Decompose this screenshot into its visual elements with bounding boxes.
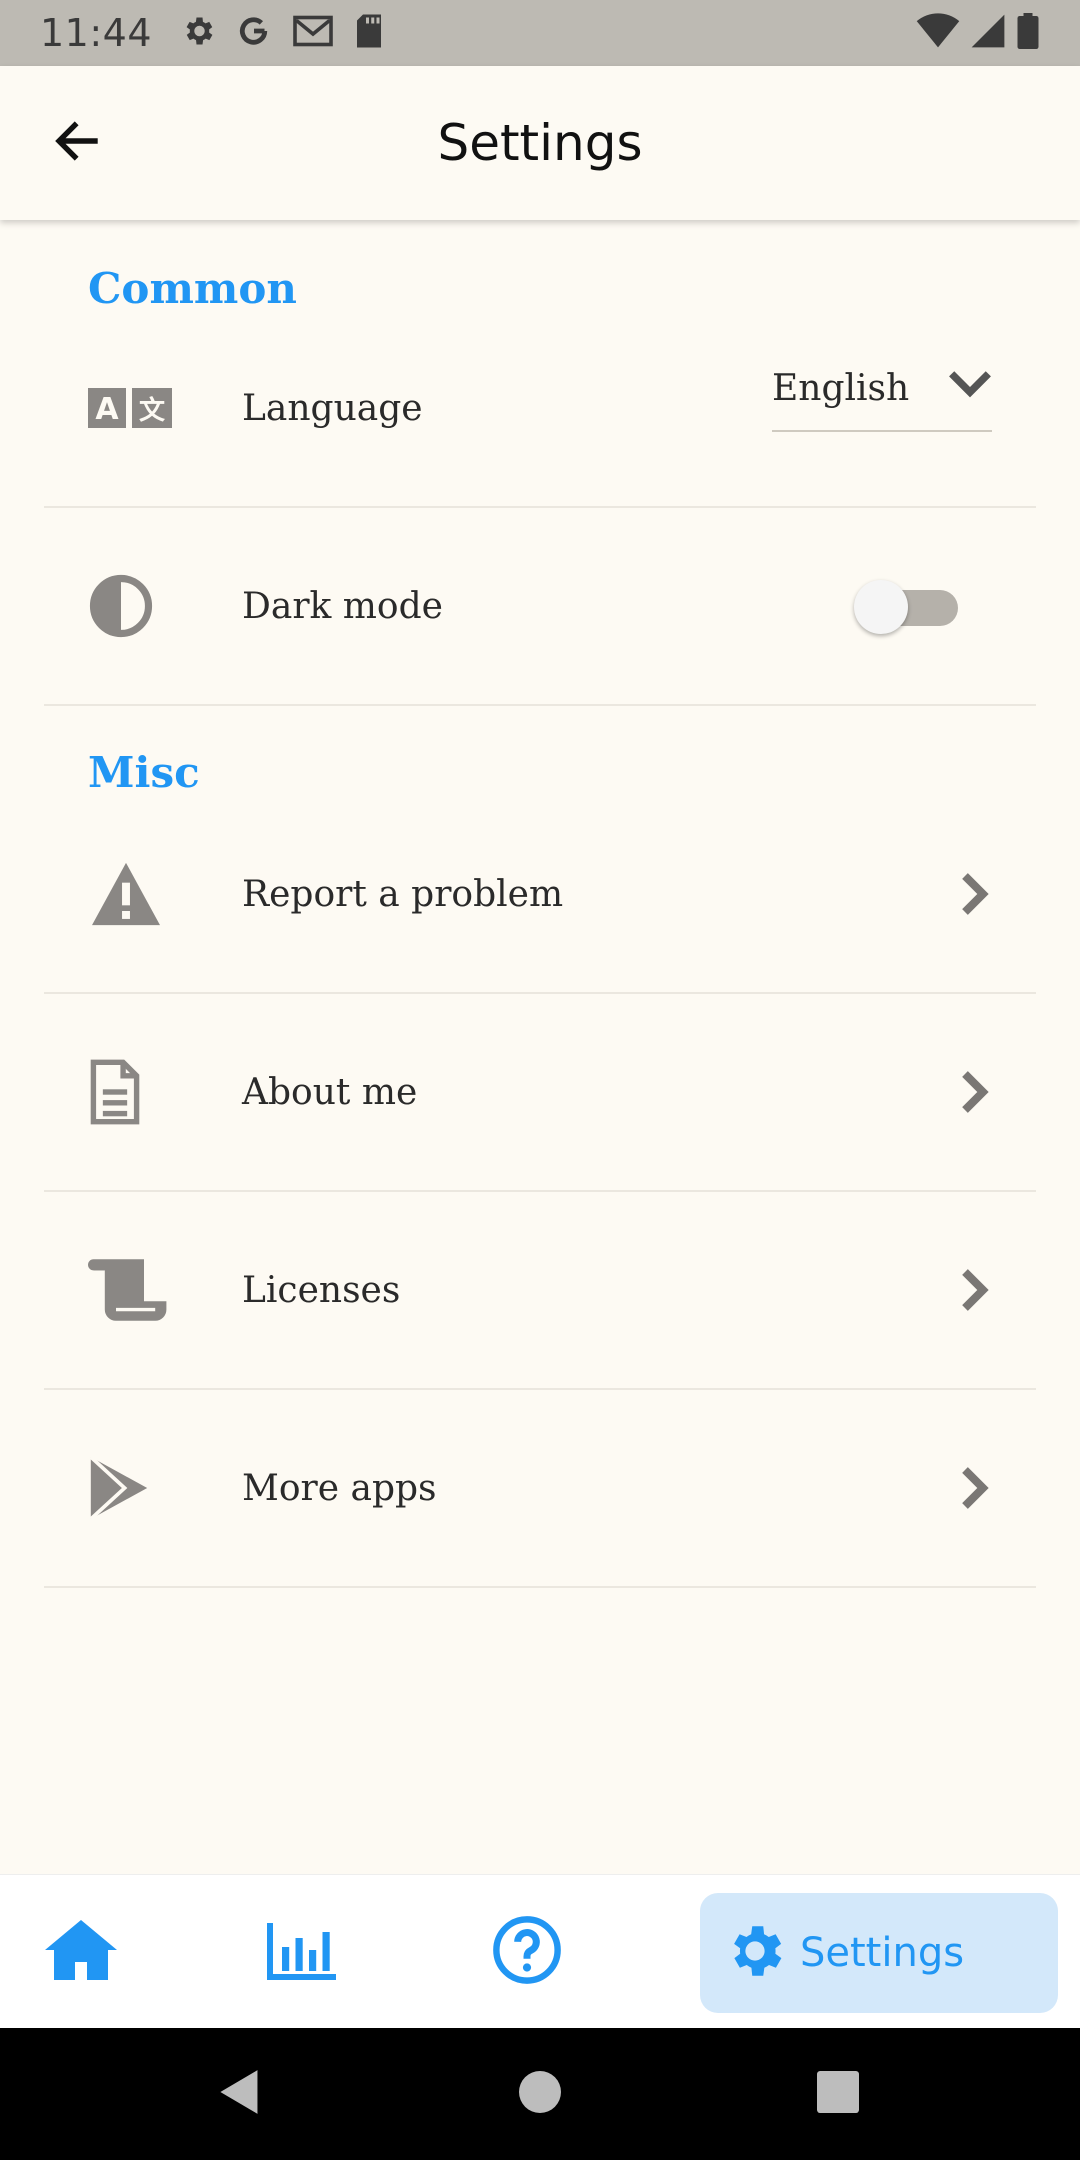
dark-mode-label: Dark mode bbox=[242, 585, 443, 627]
chart-icon bbox=[267, 1920, 339, 1984]
language-dropdown[interactable]: English bbox=[772, 346, 992, 432]
about-me-label: About me bbox=[242, 1071, 418, 1113]
section-header-misc: Misc bbox=[88, 748, 200, 797]
back-button[interactable] bbox=[44, 110, 110, 176]
battery-icon bbox=[1016, 13, 1040, 53]
system-recents-button[interactable] bbox=[778, 2028, 898, 2160]
status-time: 11:44 bbox=[40, 11, 153, 55]
home-icon bbox=[42, 1917, 120, 1987]
dark-mode-toggle[interactable] bbox=[854, 580, 958, 634]
svg-text:文: 文 bbox=[139, 395, 166, 426]
warning-icon bbox=[88, 796, 178, 992]
sd-card-icon bbox=[354, 13, 384, 53]
nav-stats-button[interactable] bbox=[258, 1875, 348, 2029]
play-store-icon bbox=[88, 1390, 178, 1586]
system-home-button[interactable] bbox=[480, 2028, 600, 2160]
bottom-navigation: Settings bbox=[0, 1874, 1080, 2028]
more-apps-row[interactable]: More apps bbox=[44, 1390, 1036, 1588]
nav-settings-label: Settings bbox=[800, 1930, 965, 1976]
triangle-back-icon bbox=[218, 2068, 262, 2120]
language-label: Language bbox=[242, 387, 423, 429]
chevron-right-icon bbox=[958, 1192, 992, 1388]
scroll-icon bbox=[88, 1192, 178, 1388]
nav-settings-button[interactable]: Settings bbox=[700, 1893, 1058, 2013]
square-recents-icon bbox=[817, 2071, 859, 2117]
licenses-row[interactable]: Licenses bbox=[44, 1192, 1036, 1390]
signal-icon bbox=[970, 13, 1006, 53]
page-title: Settings bbox=[437, 114, 643, 172]
circle-home-icon bbox=[519, 2071, 561, 2117]
report-problem-label: Report a problem bbox=[242, 873, 564, 915]
system-back-button[interactable] bbox=[180, 2028, 300, 2160]
language-row: A 文 Language English bbox=[44, 310, 1036, 508]
contrast-icon bbox=[88, 508, 178, 704]
dark-mode-row: Dark mode bbox=[44, 508, 1036, 706]
language-selected-value: English bbox=[772, 367, 910, 409]
help-icon bbox=[492, 1915, 562, 1989]
nav-help-button[interactable] bbox=[482, 1875, 572, 2029]
system-navigation-bar bbox=[0, 2028, 1080, 2160]
more-apps-label: More apps bbox=[242, 1467, 437, 1509]
section-header-common: Common bbox=[88, 264, 297, 313]
chevron-right-icon bbox=[958, 796, 992, 992]
gear-icon bbox=[722, 1918, 788, 1988]
settings-list: Common A 文 Language English Dark mode Mi… bbox=[0, 220, 1080, 1874]
report-problem-row[interactable]: Report a problem bbox=[44, 796, 1036, 994]
chevron-right-icon bbox=[958, 1390, 992, 1586]
gear-icon bbox=[180, 13, 216, 53]
nav-home-button[interactable] bbox=[36, 1875, 126, 2029]
arrow-left-icon bbox=[50, 114, 104, 172]
gmail-icon bbox=[292, 13, 334, 53]
toggle-thumb bbox=[854, 580, 908, 634]
status-bar: 11:44 bbox=[0, 0, 1080, 66]
document-icon bbox=[88, 994, 178, 1190]
translate-icon: A 文 bbox=[88, 310, 178, 506]
wifi-icon bbox=[916, 13, 960, 53]
licenses-label: Licenses bbox=[242, 1269, 401, 1311]
google-icon bbox=[236, 13, 272, 53]
about-me-row[interactable]: About me bbox=[44, 994, 1036, 1192]
svg-text:A: A bbox=[95, 392, 119, 427]
chevron-right-icon bbox=[958, 994, 992, 1190]
app-bar: Settings bbox=[0, 66, 1080, 220]
chevron-down-icon bbox=[948, 368, 992, 402]
